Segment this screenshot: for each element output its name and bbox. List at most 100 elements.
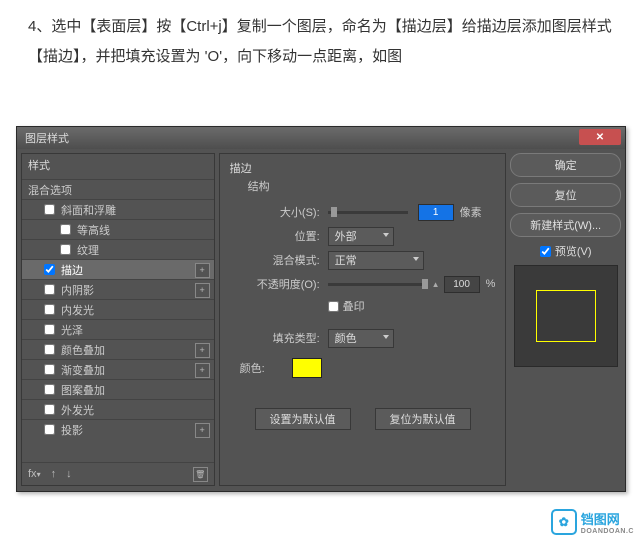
gradient-overlay-check[interactable] bbox=[44, 364, 55, 375]
reset-default-button[interactable]: 复位为默认值 bbox=[375, 408, 471, 430]
preview-check[interactable] bbox=[540, 246, 551, 257]
drop-shadow-check[interactable] bbox=[44, 424, 55, 435]
pattern-overlay-row[interactable]: 图案叠加 bbox=[22, 379, 214, 399]
watermark: ✿ 铛图网 DOANDOAN.C bbox=[551, 509, 634, 535]
close-icon: ✕ bbox=[596, 132, 604, 143]
row-label: 光泽 bbox=[61, 322, 83, 338]
color-overlay-row[interactable]: 颜色叠加 + bbox=[22, 339, 214, 359]
size-field[interactable]: 1 bbox=[418, 204, 454, 221]
filltype-label: 填充类型: bbox=[230, 330, 320, 346]
position-dropdown[interactable]: 外部 bbox=[328, 227, 394, 246]
blendmode-dropdown[interactable]: 正常 bbox=[328, 251, 424, 270]
styles-footer: fx▾ ↑ ↓ 🗑 bbox=[22, 462, 214, 485]
preview-label: 预览(V) bbox=[555, 243, 592, 259]
structure-label: 结构 bbox=[248, 178, 496, 194]
row-label: 内阴影 bbox=[61, 282, 94, 298]
down-arrow-icon[interactable]: ↓ bbox=[66, 468, 72, 480]
texture-check[interactable] bbox=[60, 244, 71, 255]
overprint-label: 叠印 bbox=[343, 298, 365, 314]
row-label: 等高线 bbox=[77, 222, 110, 238]
styles-header: 样式 bbox=[22, 154, 214, 179]
watermark-text: 铛图网 bbox=[581, 509, 634, 528]
inner-glow-check[interactable] bbox=[44, 304, 55, 315]
blendmode-value: 正常 bbox=[335, 252, 357, 268]
close-button[interactable]: ✕ bbox=[579, 129, 621, 145]
styles-list: 样式 混合选项 斜面和浮雕 等高线 纹理 描边 + 内阴影 + 内发光 光泽 颜色叠… bbox=[21, 153, 215, 486]
chevron-down-icon bbox=[383, 335, 389, 339]
opacity-field[interactable]: 100 bbox=[444, 276, 480, 293]
watermark-icon: ✿ bbox=[551, 509, 577, 535]
stroke-panel: 描边 结构 大小(S): 1 像素 位置: 外部 混合模式: 正常 bbox=[219, 153, 507, 486]
make-default-button[interactable]: 设置为默认值 bbox=[255, 408, 351, 430]
color-label: 颜色: bbox=[240, 360, 284, 376]
stroke-check[interactable] bbox=[44, 264, 55, 275]
preview-box bbox=[514, 265, 618, 367]
opacity-slider[interactable] bbox=[328, 283, 428, 286]
layer-style-dialog: 图层样式 ✕ 样式 混合选项 斜面和浮雕 等高线 纹理 描边 + 内阴影 + 内发光… bbox=[16, 126, 626, 492]
satin-check[interactable] bbox=[44, 324, 55, 335]
right-column: 确定 复位 新建样式(W)... 预览(V) bbox=[510, 153, 621, 486]
row-label: 斜面和浮雕 bbox=[61, 202, 116, 218]
position-label: 位置: bbox=[230, 228, 320, 244]
dialog-title: 图层样式 bbox=[25, 130, 69, 146]
blending-options-row[interactable]: 混合选项 bbox=[22, 179, 214, 199]
contour-row[interactable]: 等高线 bbox=[22, 219, 214, 239]
filltype-value: 颜色 bbox=[335, 330, 357, 346]
contour-check[interactable] bbox=[60, 224, 71, 235]
add-color-button[interactable]: + bbox=[195, 343, 210, 358]
panel-title: 描边 bbox=[230, 160, 496, 176]
preview-row[interactable]: 预览(V) bbox=[510, 243, 621, 259]
position-value: 外部 bbox=[335, 228, 357, 244]
outer-glow-check[interactable] bbox=[44, 404, 55, 415]
texture-row[interactable]: 纹理 bbox=[22, 239, 214, 259]
up-arrow-icon[interactable]: ↑ bbox=[51, 468, 57, 480]
row-label: 混合选项 bbox=[28, 182, 72, 198]
pattern-overlay-check[interactable] bbox=[44, 384, 55, 395]
opacity-label: 不透明度(O): bbox=[230, 276, 320, 292]
add-ishadow-button[interactable]: + bbox=[195, 283, 210, 298]
row-label: 渐变叠加 bbox=[61, 362, 105, 378]
gradient-overlay-row[interactable]: 渐变叠加 + bbox=[22, 359, 214, 379]
size-unit: 像素 bbox=[460, 204, 482, 220]
drop-shadow-row[interactable]: 投影 + bbox=[22, 419, 214, 439]
row-label: 描边 bbox=[61, 262, 83, 278]
slider-tick-icon: ▲ bbox=[432, 280, 440, 289]
add-stroke-button[interactable]: + bbox=[195, 263, 210, 278]
chevron-down-icon bbox=[413, 257, 419, 261]
row-label: 图案叠加 bbox=[61, 382, 105, 398]
row-label: 内发光 bbox=[61, 302, 94, 318]
blendmode-label: 混合模式: bbox=[230, 252, 320, 268]
satin-row[interactable]: 光泽 bbox=[22, 319, 214, 339]
color-swatch[interactable] bbox=[292, 358, 322, 378]
overprint-check[interactable] bbox=[328, 301, 339, 312]
inner-shadow-row[interactable]: 内阴影 + bbox=[22, 279, 214, 299]
inner-glow-row[interactable]: 内发光 bbox=[22, 299, 214, 319]
add-dshadow-button[interactable]: + bbox=[195, 423, 210, 438]
watermark-sub: DOANDOAN.C bbox=[581, 528, 634, 535]
new-style-button[interactable]: 新建样式(W)... bbox=[510, 213, 621, 237]
trash-icon[interactable]: 🗑 bbox=[193, 467, 208, 482]
add-gradient-button[interactable]: + bbox=[195, 363, 210, 378]
cancel-button[interactable]: 复位 bbox=[510, 183, 621, 207]
size-label: 大小(S): bbox=[230, 204, 320, 220]
row-label: 投影 bbox=[61, 422, 83, 438]
outer-glow-row[interactable]: 外发光 bbox=[22, 399, 214, 419]
fx-icon[interactable]: fx▾ bbox=[28, 468, 41, 480]
filltype-dropdown[interactable]: 颜色 bbox=[328, 329, 394, 348]
overprint-row[interactable]: 叠印 bbox=[328, 298, 496, 314]
ok-button[interactable]: 确定 bbox=[510, 153, 621, 177]
stroke-row[interactable]: 描边 + bbox=[22, 259, 214, 279]
opacity-unit: % bbox=[486, 278, 496, 290]
inner-shadow-check[interactable] bbox=[44, 284, 55, 295]
instruction-text: 4、选中【表面层】按【Ctrl+j】复制一个图层，命名为【描边层】给描边层添加图… bbox=[0, 0, 640, 82]
row-label: 颜色叠加 bbox=[61, 342, 105, 358]
bevel-row[interactable]: 斜面和浮雕 bbox=[22, 199, 214, 219]
chevron-down-icon bbox=[383, 233, 389, 237]
preview-rect bbox=[536, 290, 596, 342]
dialog-titlebar[interactable]: 图层样式 ✕ bbox=[17, 127, 625, 149]
bevel-check[interactable] bbox=[44, 204, 55, 215]
size-slider[interactable] bbox=[328, 211, 408, 214]
row-label: 纹理 bbox=[77, 242, 99, 258]
color-overlay-check[interactable] bbox=[44, 344, 55, 355]
row-label: 外发光 bbox=[61, 402, 94, 418]
